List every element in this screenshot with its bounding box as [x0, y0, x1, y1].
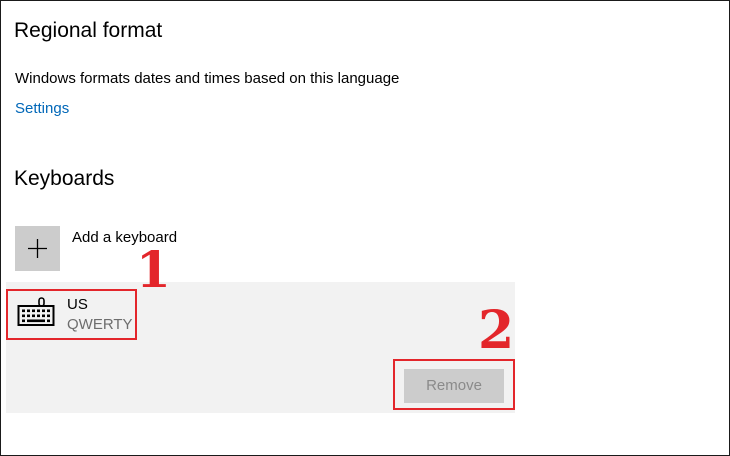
plus-icon-tile [15, 226, 60, 271]
step-marker-2: 2 [478, 300, 515, 361]
settings-link[interactable]: Settings [15, 100, 69, 117]
regional-format-heading: Regional format [14, 19, 163, 42]
highlight-box-remove [393, 359, 515, 410]
step-marker-1: 1 [136, 240, 171, 299]
keyboards-heading: Keyboards [14, 167, 115, 190]
regional-format-description: Windows formats dates and times based on… [15, 70, 400, 87]
plus-icon [28, 239, 47, 258]
highlight-box-keyboard [6, 289, 137, 340]
